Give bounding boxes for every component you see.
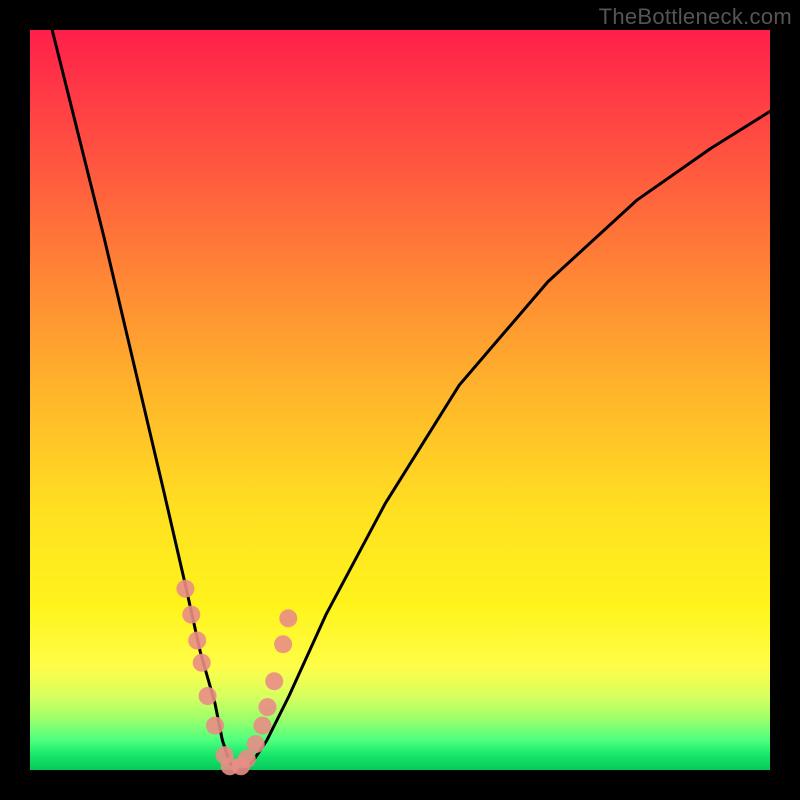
chart-frame: TheBottleneck.com: [0, 0, 800, 800]
marker-point: [259, 698, 277, 716]
bottleneck-curve: [52, 30, 770, 770]
marker-point: [182, 606, 200, 624]
marker-point: [188, 632, 206, 650]
highlighted-points: [176, 580, 297, 776]
marker-point: [279, 609, 297, 627]
curve-path: [52, 30, 770, 770]
marker-point: [193, 654, 211, 672]
marker-point: [206, 717, 224, 735]
marker-point: [253, 717, 271, 735]
marker-point: [199, 687, 217, 705]
chart-svg: [30, 30, 770, 770]
watermark-text: TheBottleneck.com: [599, 4, 792, 30]
plot-area: [30, 30, 770, 770]
marker-point: [274, 635, 292, 653]
marker-point: [176, 580, 194, 598]
marker-point: [265, 672, 283, 690]
marker-point: [247, 735, 265, 753]
